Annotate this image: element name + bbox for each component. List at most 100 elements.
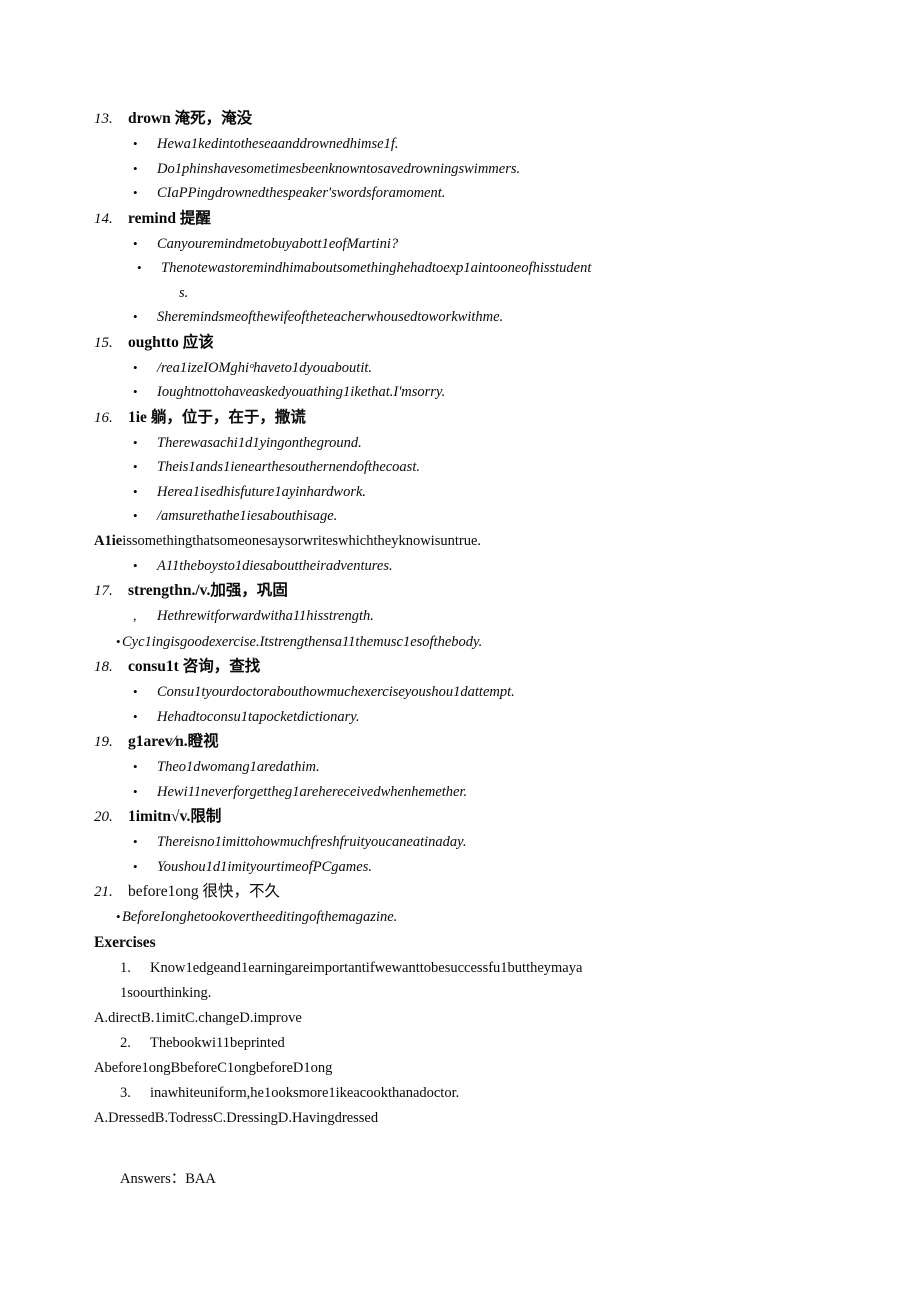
example-line: • Therewasachi1d1yingontheground. bbox=[94, 431, 794, 456]
example-line: • Theo1dwomang1aredathim. bbox=[94, 755, 794, 780]
entry-term: strengthn./v. bbox=[128, 582, 211, 599]
example-line: • /rea1izeIOMghiᵒhaveto1dyouaboutit. bbox=[94, 356, 794, 381]
question-number: 3. bbox=[120, 1084, 131, 1101]
example-line: • Youshou1d1imityourtimeofPCgames. bbox=[94, 855, 794, 880]
example-text: Herea1isedhisfuture1ayinhardwork. bbox=[157, 483, 367, 500]
vocab-entry-beforelong: 21. before1ong 很快，不久 • BeforeIonghetooko… bbox=[94, 879, 794, 930]
example-text: Consu1tyourdoctorabouthowmuchexerciseyou… bbox=[157, 684, 515, 700]
exercise-question: 2. Thebookwi11beprinted bbox=[94, 1031, 794, 1056]
entry-number: 21. bbox=[94, 884, 113, 900]
example-text: Thenotewastoremindhimaboutsomethinghehad… bbox=[161, 260, 592, 276]
bullet-icon: • bbox=[133, 309, 138, 324]
example-text: Canyouremindmetobuyabott1eofMartini? bbox=[157, 235, 399, 252]
example-line: • CIaPPingdrownedthespeaker'swordsforamo… bbox=[94, 181, 794, 206]
example-text: Cyc1ingisgoodexercise.Itstrengthensa11th… bbox=[122, 633, 483, 650]
bullet-icon: • bbox=[133, 684, 138, 699]
example-text: Youshou1d1imityourtimeofPCgames. bbox=[157, 858, 372, 875]
bullet-icon: • bbox=[133, 459, 138, 474]
bullet-icon: • bbox=[133, 834, 138, 849]
entry-gloss: 加强，巩固 bbox=[210, 582, 288, 599]
example-continuation: s. bbox=[179, 284, 189, 301]
example-line: • Hehadtoconsu1tapocketdictionary. bbox=[94, 705, 794, 730]
entry-gloss: 淹死，淹没 bbox=[170, 110, 253, 127]
example-text: Sheremindsmeofthewifeoftheteacherwhoused… bbox=[157, 309, 504, 325]
entry-heading: 19. g1arev⁄n. 瞪视 bbox=[94, 729, 794, 755]
example-line: • Theis1ands1ienearthesouthernendoftheco… bbox=[94, 455, 794, 480]
entry-gloss: 限制 bbox=[190, 808, 222, 825]
entry-number: 18. bbox=[94, 659, 113, 675]
entry-gloss: 瞪视 bbox=[187, 733, 219, 750]
question-text: inawhiteuniform,he1ooksmore1ikeacookthan… bbox=[150, 1084, 460, 1101]
question-number: 1. bbox=[120, 959, 131, 976]
example-line: • Cyc1ingisgoodexercise.Itstrengthensa11… bbox=[94, 630, 794, 655]
example-text: /rea1izeIOMghiᵒhaveto1dyouaboutit. bbox=[157, 359, 373, 376]
entry-heading: 21. before1ong 很快，不久 bbox=[94, 879, 794, 905]
vocab-entry-strength: 17. strengthn./v. 加强，巩固 , Hethrewitforwa… bbox=[94, 578, 794, 654]
example-text: Hehadtoconsu1tapocketdictionary. bbox=[157, 708, 360, 725]
example-line: • Sheremindsmeofthewifeoftheteacherwhous… bbox=[94, 305, 794, 330]
lie-definition-note: A1ieissomethingthatsomeonesaysorwriteswh… bbox=[94, 529, 794, 554]
entry-term: drown bbox=[128, 110, 171, 127]
bullet-icon: • bbox=[133, 759, 138, 774]
entry-number: 16. bbox=[94, 409, 113, 426]
answers-label: Answers： bbox=[120, 1170, 186, 1187]
entry-gloss: 应该 bbox=[178, 333, 214, 351]
example-line: • Hewi11neverforgettheg1arehereceivedwhe… bbox=[94, 780, 794, 805]
example-text: Ioughtnottohaveaskedyouathing1ikethat.I'… bbox=[157, 384, 446, 400]
document-page: 13. drown 淹死，淹没 • Hewa1kedintotheseaandd… bbox=[0, 0, 920, 1301]
vocab-entry-remind: 14. remind 提醒 • Canyouremindmetobuyabott… bbox=[94, 206, 794, 330]
entry-term: consu1t bbox=[128, 658, 179, 675]
entry-gloss: 提醒 bbox=[175, 209, 211, 227]
example-text: Hethrewitforwardwitha11hisstrength. bbox=[157, 608, 374, 624]
example-line: • Thenotewastoremindhimaboutsomethingheh… bbox=[94, 256, 794, 281]
question-number: 2. bbox=[120, 1034, 131, 1051]
example-text: Theo1dwomang1aredathim. bbox=[157, 759, 320, 775]
lie-note-text: issomethingthatsomeonesaysorwriteswhicht… bbox=[122, 532, 482, 549]
answer-options[interactable]: A.DressedB.TodressC.DressingD.Havingdres… bbox=[94, 1106, 794, 1131]
vocab-entry-oughtto: 15. oughtto 应该 • /rea1izeIOMghiᵒhaveto1d… bbox=[94, 330, 794, 405]
entry-number: 15. bbox=[94, 334, 113, 351]
vocab-entry-consult: 18. consu1t 咨询，查找 • Consu1tyourdoctorabo… bbox=[94, 654, 794, 729]
entry-term: 1ie bbox=[128, 408, 147, 426]
example-line: • /amsurethathe1iesabouthisage. bbox=[94, 504, 794, 529]
example-line: • Consu1tyourdoctorabouthowmuchexercisey… bbox=[94, 680, 794, 705]
entry-number: 20. bbox=[94, 809, 113, 825]
example-line: • Do1phinshavesometimesbeenknowntosavedr… bbox=[94, 157, 794, 182]
question-continuation: 1soourthinking. bbox=[120, 984, 212, 1001]
example-text: CIaPPingdrownedthespeaker'swordsforamome… bbox=[157, 185, 446, 201]
example-text: Therewasachi1d1yingontheground. bbox=[157, 434, 362, 451]
vocab-entry-glare: 19. g1arev⁄n. 瞪视 • Theo1dwomang1aredathi… bbox=[94, 729, 794, 804]
entry-heading: 15. oughtto 应该 bbox=[94, 330, 794, 356]
answer-options[interactable]: Abefore1ongBbeforeC1ongbeforeD1ong bbox=[94, 1056, 794, 1081]
bullet-icon: • bbox=[133, 235, 138, 251]
entry-term: oughtto bbox=[128, 333, 179, 351]
bullet-icon: • bbox=[133, 708, 138, 724]
answer-options[interactable]: A.directB.1imitC.changeD.improve bbox=[94, 1006, 794, 1031]
bullet-icon: • bbox=[133, 136, 138, 151]
entry-heading: 13. drown 淹死，淹没 bbox=[94, 106, 794, 132]
entry-number: 17. bbox=[94, 583, 113, 599]
example-text: Hewa1kedintotheseaanddrownedhimse1f. bbox=[157, 136, 399, 152]
exercise-question: 1. Know1edgeand1earningareimportantifwew… bbox=[94, 956, 794, 981]
answers-line: Answers：BAA bbox=[94, 1167, 794, 1192]
bullet-icon: • bbox=[133, 384, 138, 399]
entry-number: 13. bbox=[94, 111, 113, 127]
example-text: Theis1ands1ienearthesouthernendofthecoas… bbox=[157, 459, 420, 475]
example-text: Hewi11neverforgettheg1arehereceivedwhenh… bbox=[157, 783, 468, 800]
document-body: 13. drown 淹死，淹没 • Hewa1kedintotheseaandd… bbox=[94, 106, 794, 1192]
entry-term: remind bbox=[128, 209, 176, 227]
entry-heading: 14. remind 提醒 bbox=[94, 206, 794, 232]
bullet-icon: • bbox=[133, 508, 138, 523]
answers-value: BAA bbox=[185, 1170, 216, 1187]
bullet-icon: • bbox=[133, 160, 138, 176]
entry-heading: 20. 1imitn√v. 限制 bbox=[94, 804, 794, 830]
exercise-question: 3. inawhiteuniform,he1ooksmore1ikeacookt… bbox=[94, 1081, 794, 1106]
bullet-icon: • bbox=[133, 185, 138, 200]
question-text: Know1edgeand1earningareimportantifwewant… bbox=[150, 959, 583, 976]
example-line: , Hethrewitforwardwitha11hisstrength. bbox=[94, 604, 794, 630]
question-text: Thebookwi11beprinted bbox=[150, 1034, 285, 1051]
example-text: BeforeIonghetookovertheeditingofthemagaz… bbox=[122, 909, 398, 925]
example-line: • Canyouremindmetobuyabott1eofMartini? bbox=[94, 232, 794, 257]
vocab-entry-limit: 20. 1imitn√v. 限制 • Thereisno1imittohowmu… bbox=[94, 804, 794, 879]
entry-gloss: 躺，位于，在于，撒谎 bbox=[146, 408, 306, 426]
